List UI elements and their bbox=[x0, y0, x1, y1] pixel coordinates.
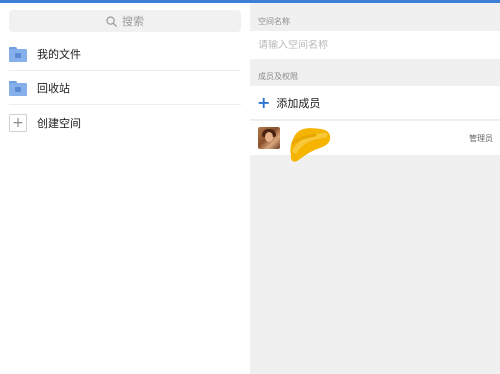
folder-icon bbox=[9, 45, 27, 63]
space-name-input[interactable] bbox=[258, 39, 488, 51]
search-placeholder: 搜索 bbox=[122, 15, 144, 28]
recycle-folder-icon bbox=[9, 79, 27, 97]
redacted-name-scribble bbox=[290, 128, 331, 162]
nav-item-recycle-bin[interactable]: 回收站 bbox=[9, 72, 241, 105]
add-member-label: 添加成员 bbox=[276, 96, 321, 110]
member-role: 管理员 bbox=[469, 133, 493, 143]
avatar bbox=[258, 127, 280, 149]
search-icon bbox=[106, 15, 117, 27]
member-row[interactable]: 管理员 bbox=[250, 121, 500, 162]
left-pane: 搜索 我的文件 回收站 + 创建空间 bbox=[0, 3, 250, 374]
nav-item-label: 我的文件 bbox=[37, 48, 81, 61]
nav-item-my-files[interactable]: 我的文件 bbox=[9, 38, 241, 71]
search-bar[interactable]: 搜索 bbox=[9, 10, 241, 32]
add-icon: + bbox=[257, 92, 271, 112]
space-name-field-row bbox=[250, 31, 500, 59]
nav-item-create-space[interactable]: + 创建空间 bbox=[9, 106, 241, 139]
members-section-label: 成员及权限 bbox=[258, 72, 298, 81]
right-pane: 空间名称 成员及权限 + 添加成员 管理员 bbox=[250, 3, 500, 374]
nav-item-label: 创建空间 bbox=[37, 116, 81, 130]
space-name-label: 空间名称 bbox=[258, 17, 290, 26]
add-member-button[interactable]: + 添加成员 bbox=[250, 86, 500, 120]
nav-item-label: 回收站 bbox=[37, 82, 70, 95]
plus-icon: + bbox=[9, 113, 27, 132]
